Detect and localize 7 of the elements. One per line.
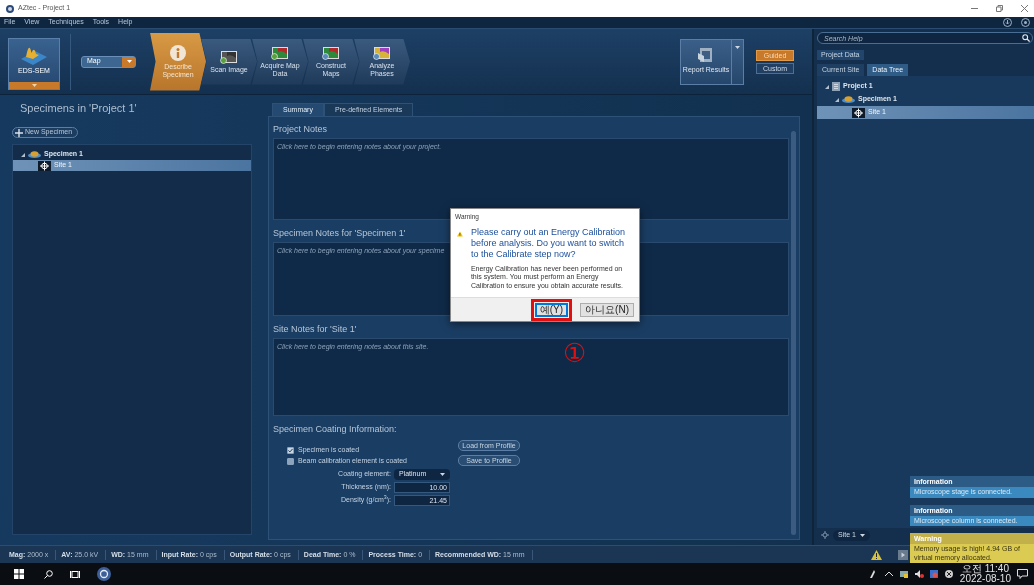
dialog-message: Please carry out an Energy Calibration before analysis. Do you want to switch to the Calibrate step now?: [470, 226, 626, 260]
section-heading: Project Notes: [273, 122, 328, 136]
section-heading: Specimen Coating Information:: [273, 422, 397, 436]
section-heading: Site Notes for 'Site 1': [273, 322, 357, 336]
section-heading: Specimen Notes for 'Specimen 1': [273, 226, 406, 240]
panel-title: Specimens in 'Project 1': [20, 101, 138, 116]
annotation-number: ①: [563, 338, 587, 368]
